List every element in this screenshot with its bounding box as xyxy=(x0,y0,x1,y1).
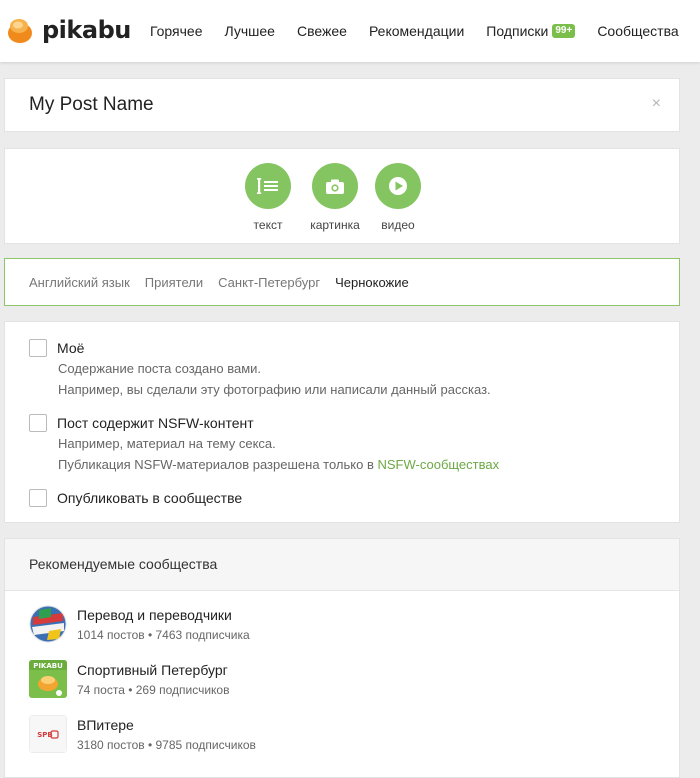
nav-item-best[interactable]: Лучшее xyxy=(225,23,275,39)
community-avatar xyxy=(29,605,67,643)
type-label: картинка xyxy=(310,218,360,232)
main-nav: Горячее Лучшее Свежее Рекомендации Подпи… xyxy=(150,0,679,62)
type-label: видео xyxy=(381,218,415,232)
mine-description: Содержание поста создано вами. xyxy=(58,361,262,376)
post-title-card: × xyxy=(4,78,680,132)
add-text-button[interactable]: текст xyxy=(233,163,303,232)
tags-card: Английский язык Приятели Санкт-Петербург… xyxy=(4,258,680,306)
text-icon xyxy=(245,163,291,209)
nav-item-recommendations[interactable]: Рекомендации xyxy=(369,23,464,39)
mine-checkbox[interactable] xyxy=(29,339,47,357)
add-video-button[interactable]: видео xyxy=(363,163,433,232)
camera-icon xyxy=(312,163,358,209)
nsfw-label: Пост содержит NSFW-контент xyxy=(57,415,254,431)
nav-label: Горячее xyxy=(150,23,203,39)
tag-english[interactable]: Английский язык xyxy=(29,275,130,290)
pikabu-logo[interactable]: pikabu xyxy=(6,16,131,44)
tag-friends[interactable]: Приятели xyxy=(145,275,203,290)
community-stats: 1014 постов • 7463 подписчика xyxy=(77,628,250,642)
add-image-button[interactable]: картинка xyxy=(300,163,370,232)
play-icon xyxy=(375,163,421,209)
nsfw-rule: Публикация NSFW-материалов разрешена тол… xyxy=(58,457,499,472)
top-header: pikabu Горячее Лучшее Свежее Рекомендаци… xyxy=(0,0,700,62)
nav-item-fresh[interactable]: Свежее xyxy=(297,23,347,39)
community-name: ВПитере xyxy=(77,717,134,733)
community-label: Опубликовать в сообществе xyxy=(57,490,243,506)
nav-label: Рекомендации xyxy=(368,23,465,39)
nav-label: Лучшее xyxy=(224,23,275,39)
nav-label: Свежее xyxy=(296,23,347,39)
community-name: Перевод и переводчики xyxy=(77,607,232,623)
tag-list: Английский язык Приятели Санкт-Петербург… xyxy=(29,275,424,290)
nav-label: Подписки xyxy=(486,23,549,39)
nsfw-checkbox[interactable] xyxy=(29,414,47,432)
community-stats: 74 поста • 269 подписчиков xyxy=(77,683,230,697)
communities-header: Рекомендуемые сообщества xyxy=(5,539,679,591)
recommended-communities-card: Рекомендуемые сообщества Перевод и перев… xyxy=(4,538,680,778)
mine-label: Моё xyxy=(57,340,85,356)
nav-item-subscriptions[interactable]: Подписки 99+ xyxy=(486,23,576,39)
nsfw-description: Например, материал на тему секса. xyxy=(58,436,276,451)
svg-text:PIKABU: PIKABU xyxy=(33,662,63,670)
type-label: текст xyxy=(253,218,283,232)
nav-item-hot[interactable]: Горячее xyxy=(150,23,203,39)
post-title-input[interactable] xyxy=(29,94,274,116)
community-stats: 3180 постов • 9785 подписчиков xyxy=(77,738,256,752)
nav-item-communities[interactable]: Сообщества xyxy=(597,23,678,39)
tag-black[interactable]: Чернокожие xyxy=(335,275,409,290)
post-options-card: Моё Содержание поста создано вами. Напри… xyxy=(4,321,680,523)
content-type-card: текст картинка видео xyxy=(4,148,680,244)
community-checkbox[interactable] xyxy=(29,489,47,507)
communities-title: Рекомендуемые сообщества xyxy=(29,556,218,572)
community-avatar: SPB xyxy=(29,715,67,753)
logo-text: pikabu xyxy=(42,16,131,44)
nsfw-rule-text: Публикация NSFW-материалов разрешена тол… xyxy=(58,457,378,472)
mine-example: Например, вы сделали эту фотографию или … xyxy=(58,382,491,397)
tag-spb[interactable]: Санкт-Петербург xyxy=(218,275,320,290)
pikabu-logo-icon xyxy=(6,16,34,44)
community-name: Спортивный Петербург xyxy=(77,662,228,678)
subscriptions-count-badge: 99+ xyxy=(552,24,576,38)
community-avatar: PIKABU xyxy=(29,660,67,698)
nav-label: Сообщества xyxy=(597,23,679,39)
nsfw-communities-link[interactable]: NSFW-сообществах xyxy=(377,457,499,472)
close-icon[interactable]: × xyxy=(652,95,661,113)
